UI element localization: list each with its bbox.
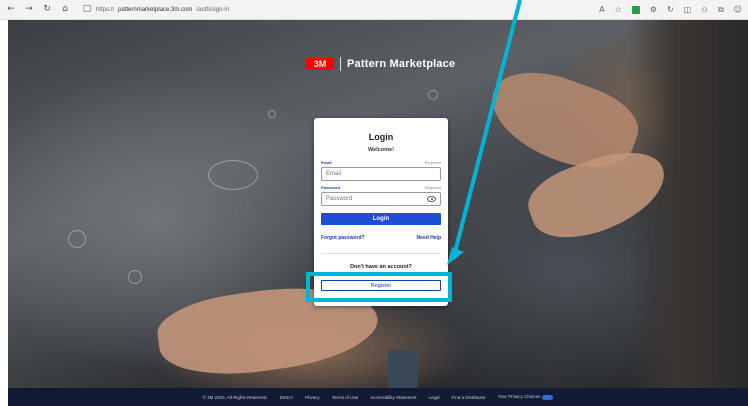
lock-icon: ▢ (82, 4, 92, 14)
password-required: Required (424, 185, 441, 190)
address-bar[interactable]: ▢ https://patternmarketplace.3m.com/auth… (82, 5, 229, 15)
split-screen-icon[interactable]: ◫ (684, 5, 692, 14)
footer-link-privacy[interactable]: Privacy (305, 395, 320, 400)
browser-toolbar: ← → ↻ ⌂ ▢ https://patternmarketplace.3m.… (0, 0, 748, 20)
login-title: Login (368, 132, 394, 142)
url-domain: patternmarketplace.3m.com (118, 6, 193, 13)
home-icon[interactable]: ⌂ (60, 5, 70, 15)
water-bubble (68, 230, 86, 248)
footer-link-dmca[interactable]: DMCA (280, 395, 293, 400)
privacy-toggle-icon (542, 394, 554, 400)
footer-link-privacy-choices[interactable]: Your Privacy Choices (497, 394, 554, 400)
password-label: Password (321, 185, 340, 190)
footer-link-distributor[interactable]: Find a Distributor (452, 395, 486, 400)
read-aloud-icon[interactable]: A (599, 5, 604, 14)
footer-link-terms[interactable]: Terms of Use (332, 395, 359, 400)
footer-link-accessibility[interactable]: Accessibility Statement (370, 395, 416, 400)
no-account-text: Don't have an account? (350, 264, 412, 270)
extension-icon[interactable] (631, 5, 640, 14)
welcome-text: Welcome! (368, 147, 394, 153)
need-help-link[interactable]: Need Help (417, 235, 441, 241)
divider (321, 253, 441, 254)
login-button[interactable]: Login (321, 213, 441, 225)
show-password-eye-icon[interactable] (427, 196, 436, 202)
password-field[interactable]: Password (321, 192, 441, 206)
privacy-choices-label: Your Privacy Choices (497, 394, 541, 400)
settings-gear-icon[interactable]: ⚙ (650, 5, 657, 14)
password-placeholder: Password (326, 196, 353, 202)
email-required: Required (424, 160, 441, 165)
water-bubble (428, 90, 438, 100)
profile-icon[interactable]: ☺ (734, 5, 742, 14)
forgot-password-link[interactable]: Forgot password? (321, 235, 365, 241)
refresh-extension-icon[interactable]: ↻ (667, 5, 674, 14)
email-field[interactable]: Email (321, 167, 441, 181)
footer-link-legal[interactable]: Legal (429, 395, 440, 400)
browser-actions: A ☆ ⚙ ↻ ◫ ✩ ⧉ ☺ (599, 5, 742, 14)
back-arrow-icon[interactable]: ← (6, 5, 16, 15)
forward-arrow-icon[interactable]: → (24, 5, 34, 15)
brand-divider (340, 57, 341, 71)
water-bubble (128, 270, 142, 284)
site-footer: © 3M 2023, All Rights Reserved. DMCA Pri… (8, 388, 748, 406)
collections-icon[interactable]: ⧉ (718, 5, 724, 14)
url-prefix: https:// (96, 6, 115, 13)
reload-icon[interactable]: ↻ (42, 5, 52, 15)
register-highlight-box (306, 272, 452, 302)
water-bubble (268, 110, 276, 118)
copyright-text: © 3M 2023, All Rights Reserved. (202, 394, 268, 400)
email-label: Email (321, 160, 332, 165)
water-bubble (208, 160, 258, 190)
brand-title: Pattern Marketplace (347, 58, 456, 70)
favorites-icon[interactable]: ✩ (701, 5, 708, 14)
favorite-star-icon[interactable]: ☆ (615, 5, 622, 14)
url-path: /auth/sign-in (196, 6, 230, 13)
3m-logo: 3M (306, 58, 334, 70)
brand-header: 3M Pattern Marketplace (306, 57, 455, 71)
watch-shape (388, 350, 418, 388)
